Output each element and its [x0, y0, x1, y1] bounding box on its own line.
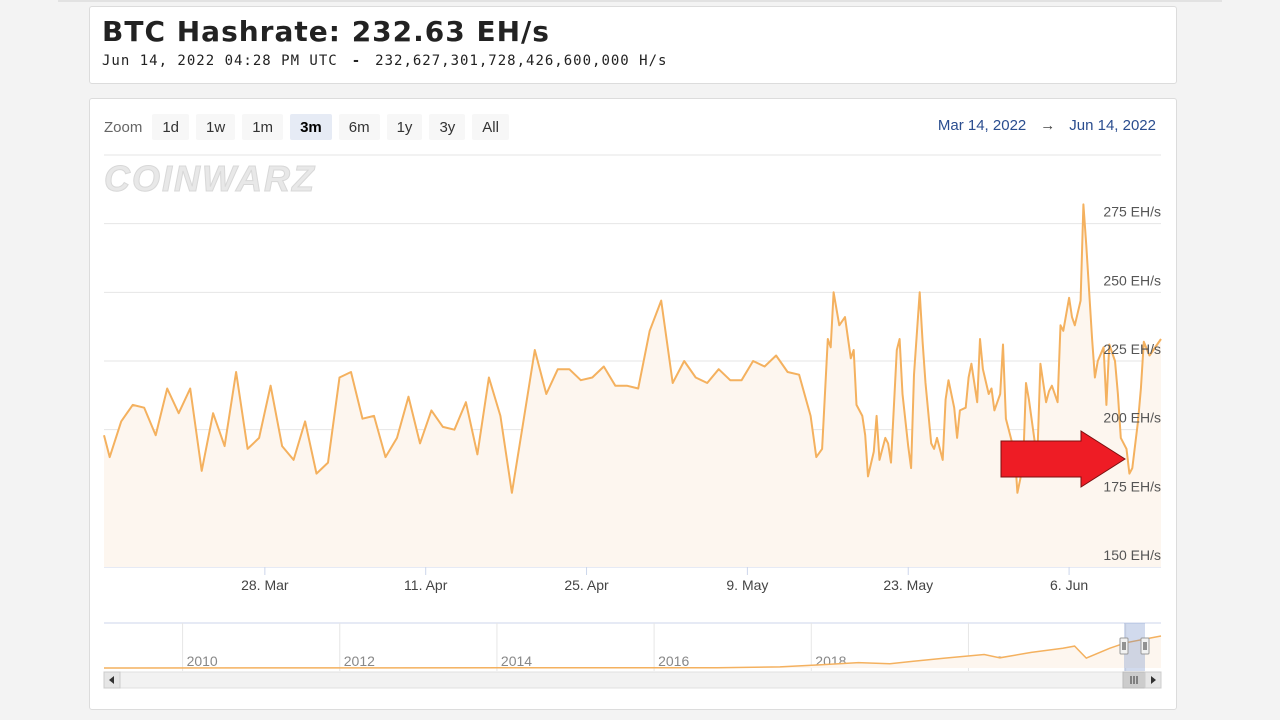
navigator: 2010201220142016201820202022: [103, 622, 1162, 689]
x-tick-label: 25. Apr: [564, 577, 609, 593]
y-tick-label: 175 EH/s: [1103, 478, 1161, 494]
navigator-area: [104, 636, 1161, 668]
scrollbar-track: [103, 671, 1162, 689]
y-tick-label: 250 EH/s: [1103, 272, 1161, 288]
navigator-handle[interactable]: [1140, 637, 1150, 655]
coinwarz-watermark-logo: COINWARZ: [104, 158, 316, 199]
y-tick-label: 275 EH/s: [1103, 204, 1161, 220]
y-tick-label: 225 EH/s: [1103, 341, 1161, 357]
x-tick-label: 6. Jun: [1050, 577, 1088, 593]
navigator-handle[interactable]: [1119, 637, 1129, 655]
y-tick-label: 150 EH/s: [1103, 547, 1161, 563]
navigator-year-label: 2014: [501, 653, 532, 669]
hashrate-area: [104, 204, 1161, 567]
x-tick-label: 11. Apr: [404, 577, 448, 593]
hashrate-chart: COINWARZ 150 EH/s 175 EH/s 200 EH/s 225 EH/…: [103, 154, 1162, 689]
navigator-year-label: 2010: [187, 653, 218, 669]
x-tick-label: 28. Mar: [241, 577, 289, 593]
x-tick-label: 23. May: [883, 577, 933, 593]
navigator-year-label: 2016: [658, 653, 689, 669]
navigator-year-label: 2012: [344, 653, 375, 669]
x-tick-label: 9. May: [726, 577, 768, 593]
y-tick-label: 200 EH/s: [1103, 410, 1161, 426]
